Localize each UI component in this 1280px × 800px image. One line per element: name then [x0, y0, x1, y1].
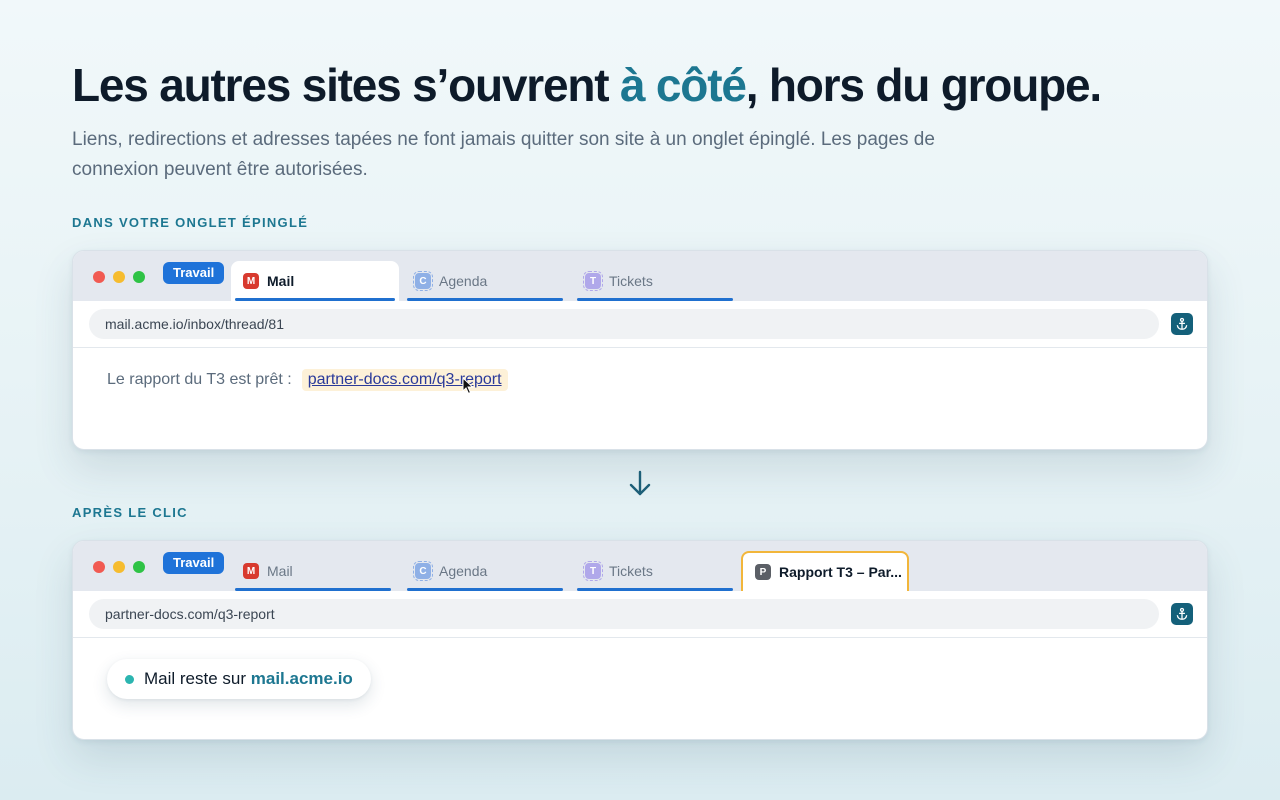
browser-window-after: Travail M Mail C Agenda T Tickets P Rapp…	[72, 540, 1208, 740]
tab-label: Mail	[267, 273, 295, 289]
message-line: Le rapport du T3 est prêt : partner-docs…	[107, 369, 508, 395]
headline-accent: à côté	[619, 59, 747, 111]
agenda-favicon-icon: C	[413, 271, 433, 291]
zoom-window-button[interactable]	[133, 561, 145, 573]
toolbar-divider	[73, 637, 1207, 638]
tab-tickets[interactable]: T Tickets	[573, 551, 737, 591]
tab-group-chip[interactable]: Travail	[163, 552, 225, 574]
address-bar[interactable]: mail.acme.io/inbox/thread/81	[89, 309, 1159, 339]
zoom-window-button[interactable]	[133, 271, 145, 283]
agenda-favicon-icon: C	[413, 561, 433, 581]
anchor-pin-button[interactable]	[1171, 313, 1193, 335]
tickets-favicon-icon: T	[583, 561, 603, 581]
external-link[interactable]: partner-docs.com/q3-report	[301, 369, 508, 395]
mail-favicon-icon: M	[243, 563, 259, 579]
tab-label: Agenda	[439, 273, 488, 289]
arrow-down-icon	[629, 470, 651, 496]
rapport-favicon-icon: P	[755, 564, 771, 580]
tab-label: Tickets	[609, 273, 653, 289]
status-text: Mail reste sur mail.acme.io	[144, 669, 353, 689]
headline-before: Les autres sites s’ouvrent	[72, 59, 620, 111]
tab-rapport-t3[interactable]: P Rapport T3 – Par...	[741, 551, 909, 591]
browser-window-before: Travail M Mail C Agenda T Tickets mail.a…	[72, 250, 1208, 450]
message-text: Le rapport du T3 est prêt :	[107, 371, 292, 388]
tab-group-underline	[235, 298, 395, 301]
section-label-before: DANS VOTRE ONGLET ÉPINGLÉ	[72, 215, 309, 230]
address-bar[interactable]: partner-docs.com/q3-report	[89, 599, 1159, 629]
tab-group-underline	[407, 298, 563, 301]
close-window-button[interactable]	[93, 561, 105, 573]
anchor-pin-button[interactable]	[1171, 603, 1193, 625]
minimize-window-button[interactable]	[113, 561, 125, 573]
tab-label: Rapport T3 – Par...	[779, 564, 902, 580]
headline: Les autres sites s’ouvrent à côté, hors …	[72, 58, 1102, 112]
tab-mail[interactable]: M Mail	[231, 261, 399, 301]
tab-bar: Travail M Mail C Agenda T Tickets	[73, 251, 1207, 301]
tab-group-chip[interactable]: Travail	[163, 262, 225, 284]
tab-label: Mail	[267, 563, 293, 579]
minimize-window-button[interactable]	[113, 271, 125, 283]
tab-agenda[interactable]: C Agenda	[403, 551, 567, 591]
headline-after: , hors du groupe.	[745, 59, 1102, 111]
close-window-button[interactable]	[93, 271, 105, 283]
status-toast: Mail reste sur mail.acme.io	[107, 659, 371, 699]
tab-label: Agenda	[439, 563, 488, 579]
tickets-favicon-icon: T	[583, 271, 603, 291]
anchor-icon	[1176, 317, 1188, 330]
tab-group-underline	[407, 588, 563, 591]
mouse-cursor-icon	[462, 377, 474, 395]
section-label-after: APRÈS LE CLIC	[72, 505, 188, 520]
tab-tickets[interactable]: T Tickets	[573, 261, 737, 301]
tab-bar: Travail M Mail C Agenda T Tickets P Rapp…	[73, 541, 1207, 591]
toolbar-divider	[73, 347, 1207, 348]
tab-group-underline	[235, 588, 391, 591]
status-prefix: Mail reste sur	[144, 669, 251, 688]
tab-group-underline	[577, 588, 733, 591]
status-dot-icon	[125, 674, 134, 684]
status-domain: mail.acme.io	[250, 669, 353, 688]
subtitle: Liens, redirections et adresses tapées n…	[72, 129, 935, 180]
mail-favicon-icon: M	[243, 273, 259, 289]
tab-agenda[interactable]: C Agenda	[403, 261, 567, 301]
anchor-icon	[1176, 607, 1188, 620]
tab-group-underline	[577, 298, 733, 301]
tab-label: Tickets	[609, 563, 653, 579]
tab-mail[interactable]: M Mail	[231, 551, 395, 591]
